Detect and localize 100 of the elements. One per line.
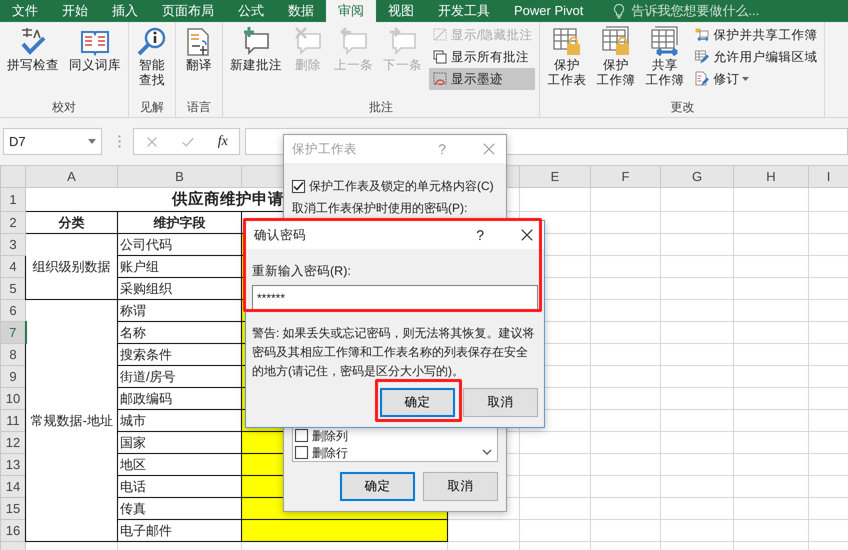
column-title: 维护字段 (118, 212, 242, 234)
row-header[interactable]: 7 (0, 322, 26, 344)
ribbon-tab[interactable]: 视图 (376, 0, 426, 22)
ribbon-button[interactable]: 修订 (691, 68, 820, 90)
insert-function-button[interactable]: fx (218, 131, 228, 152)
group-label: 语言 (186, 99, 212, 116)
table-cell: 称谓 (118, 300, 242, 322)
ribbon-tab[interactable]: 页面布局 (150, 0, 226, 22)
column-header[interactable]: I (808, 166, 848, 188)
search-icon (136, 26, 168, 58)
ribbon-button[interactable]: 同义词库 (66, 24, 124, 75)
checkbox[interactable] (295, 446, 308, 459)
column-header[interactable]: F (590, 166, 660, 188)
field-label: 重新输入密码(R): (252, 263, 352, 280)
group-label: 批注 (368, 99, 394, 116)
column-title: 分类 (26, 212, 118, 234)
protect-share-icon (694, 27, 710, 43)
checkbox-label: 删除行 (312, 444, 348, 462)
dialog-button[interactable]: 取消 (423, 472, 498, 501)
ribbon-button[interactable]: 保护 工作簿 (593, 24, 638, 90)
ribbon-tab[interactable]: 开发工具 (426, 0, 502, 22)
row-header[interactable]: 13 (0, 454, 26, 476)
password-field[interactable]: ****** (252, 284, 538, 310)
help-button[interactable]: ? (476, 224, 484, 246)
previous-comment-icon (338, 26, 370, 58)
edit-ranges-icon (694, 49, 710, 65)
checkbox-label: 删除列 (312, 428, 348, 444)
row-header[interactable]: 5 (0, 278, 26, 300)
dialog-button[interactable]: 确定 (380, 388, 455, 417)
column-header[interactable]: E (520, 166, 590, 188)
name-box[interactable]: D7 (3, 128, 102, 155)
track-changes-icon (694, 71, 710, 87)
row-header[interactable]: 10 (0, 388, 26, 410)
row-header[interactable]: 6 (0, 300, 26, 322)
column-header[interactable]: G (660, 166, 734, 188)
column-header[interactable]: B (118, 166, 242, 188)
row-header[interactable]: 8 (0, 344, 26, 366)
column-header[interactable]: H (734, 166, 808, 188)
ribbon-tab[interactable]: 数据 (276, 0, 326, 22)
caret-icon (88, 139, 96, 144)
delete-comment-icon (292, 26, 324, 58)
ribbon-tab[interactable]: 审阅 (326, 0, 376, 22)
table-cell: 地区 (118, 454, 242, 476)
ribbon-tab[interactable]: Power Pivot (502, 0, 596, 22)
table-cell: 电子邮件 (118, 520, 242, 542)
table-cell: 组织级别数据 (26, 234, 118, 300)
dialog-title: 确认密码 (254, 226, 307, 244)
table-cell: 电话 (118, 476, 242, 498)
ribbon-tab[interactable]: 公式 (226, 0, 276, 22)
row-header[interactable]: 2 (0, 212, 26, 234)
close-button[interactable] (520, 228, 534, 242)
table-cell: 名称 (118, 322, 242, 344)
ribbon-button[interactable]: 显示墨迹 (429, 68, 536, 90)
row-header[interactable]: 11 (0, 410, 26, 432)
ribbon-button[interactable]: 拼写检查 (4, 24, 62, 75)
row-header[interactable]: 3 (0, 234, 26, 256)
dialog-title: 保护工作表 (292, 140, 358, 158)
checkbox[interactable] (292, 180, 305, 192)
warning-text: 警告: 如果丢失或忘记密码，则无法将其恢复。建议将密码及其相应工作簿和工作表名称的列表保存在安全的地方(请记住，密码是区分大小写的)。 (252, 324, 536, 380)
ribbon-button[interactable]: 新建批注 (227, 24, 285, 75)
ribbon-button[interactable]: 允许用户编辑区域 (691, 46, 820, 68)
table-cell: 街道/房号 (118, 366, 242, 388)
ink-icon (432, 71, 448, 87)
table-cell: 国家 (118, 432, 242, 454)
ribbon-tab[interactable]: 开始 (50, 0, 100, 22)
share-workbook-icon (648, 26, 681, 58)
row-header[interactable]: 1 (0, 188, 26, 212)
ribbon-button[interactable]: 智能 查找 (133, 24, 171, 90)
row-header[interactable]: 4 (0, 256, 26, 278)
ribbon-tab[interactable]: 文件 (0, 0, 50, 22)
dialog-button[interactable]: 确定 (340, 472, 415, 501)
group-label: 更改 (669, 99, 696, 116)
ribbon-button[interactable]: 翻译 (180, 24, 218, 75)
table-cell: 采购组织 (118, 278, 242, 300)
row-header[interactable]: 16 (0, 520, 26, 542)
group-label: 见解 (139, 99, 165, 116)
row-header[interactable]: 12 (0, 432, 26, 454)
column-header[interactable]: A (26, 166, 118, 188)
tell-me-search[interactable]: 告诉我您想要做什么... (631, 1, 760, 21)
ribbon-button[interactable]: 保护并共享工作簿 (691, 24, 820, 46)
grip-icon (118, 135, 121, 148)
checkbox[interactable] (295, 429, 308, 442)
group-label: 校对 (51, 99, 77, 116)
table-cell: 邮政编码 (118, 388, 242, 410)
comment-icon (432, 27, 448, 43)
row-header[interactable]: 14 (0, 476, 26, 498)
scroll-down-icon[interactable] (482, 449, 492, 455)
table-cell: 搜索条件 (118, 344, 242, 366)
row-header[interactable]: 9 (0, 366, 26, 388)
table-cell: 公司代码 (118, 234, 242, 256)
table-cell: 传真 (118, 498, 242, 520)
ribbon-button[interactable]: 共享 工作簿 (642, 24, 688, 90)
dialog-button[interactable]: 取消 (463, 388, 538, 417)
sheet-lock-icon (550, 26, 583, 58)
table-cell: 城市 (118, 410, 242, 432)
ribbon-tab[interactable]: 插入 (100, 0, 150, 22)
comments-icon (432, 49, 448, 65)
row-header[interactable]: 15 (0, 498, 26, 520)
ribbon-button[interactable]: 显示所有批注 (429, 46, 536, 68)
ribbon-button[interactable]: 保护 工作表 (544, 24, 590, 90)
